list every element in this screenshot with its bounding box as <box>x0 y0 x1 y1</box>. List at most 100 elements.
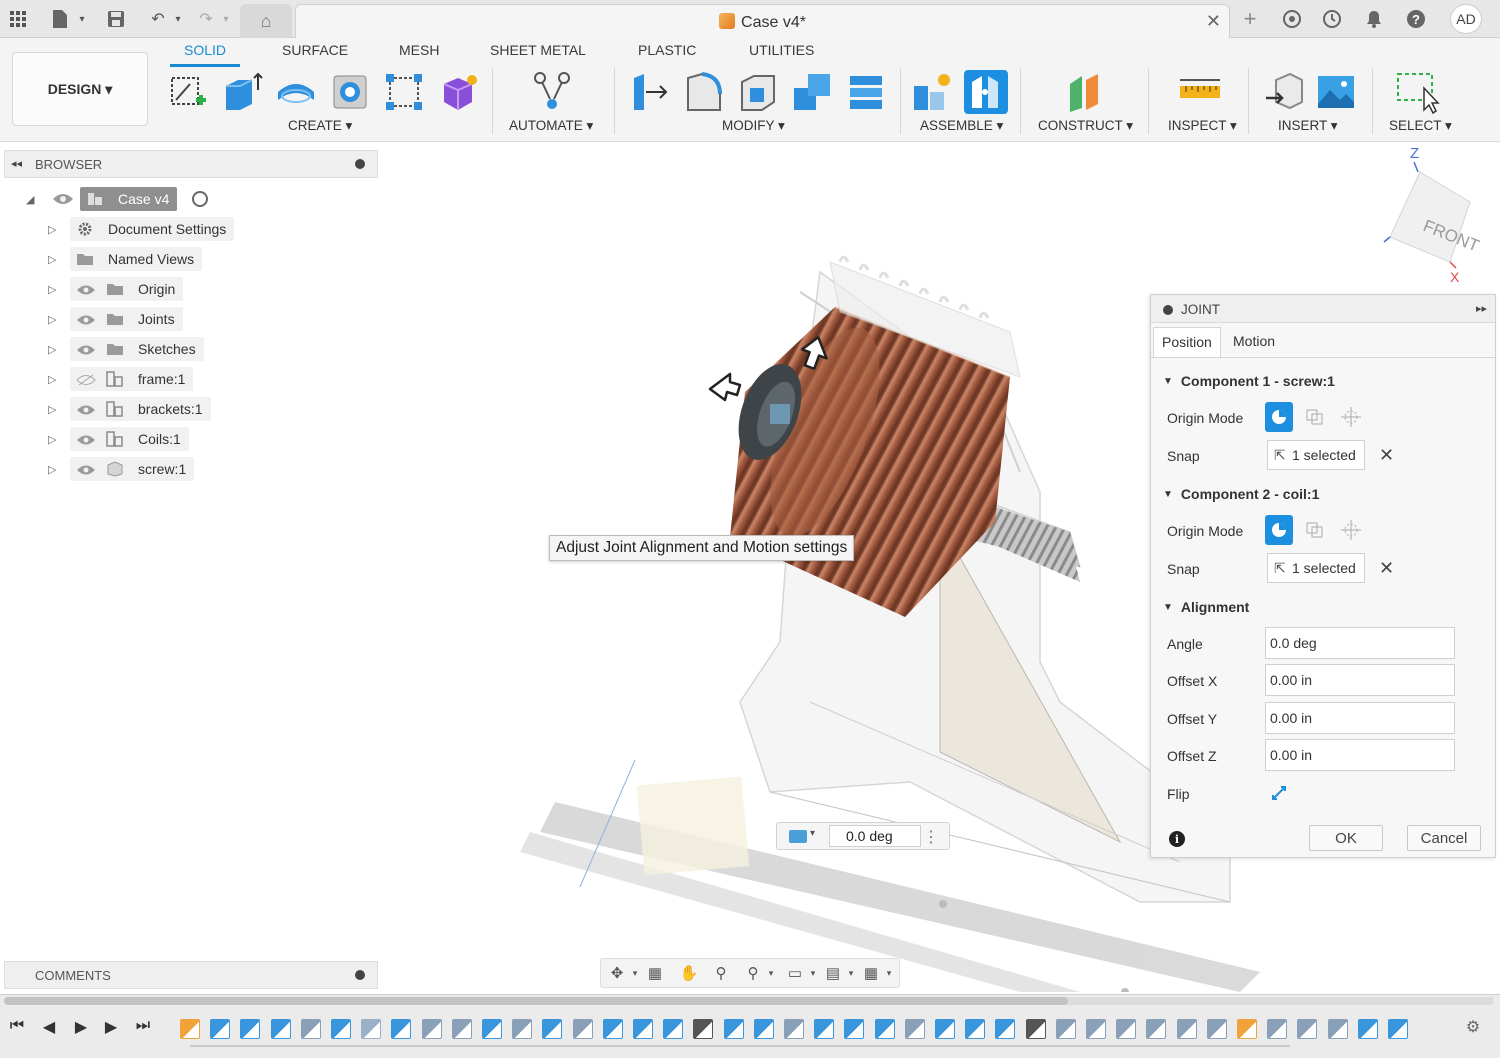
file-menu-icon[interactable] <box>48 7 72 31</box>
tab-position[interactable]: Position <box>1153 327 1221 357</box>
display-dropdown-icon[interactable]: ▾ <box>803 968 823 986</box>
tab-motion[interactable]: Motion <box>1225 327 1283 357</box>
timeline-feature-icon[interactable] <box>1146 1019 1167 1039</box>
timeline-feature-icon[interactable] <box>1116 1019 1137 1039</box>
tree-node-sketches[interactable]: Sketches <box>70 337 204 361</box>
shell-icon[interactable] <box>736 70 780 114</box>
tree-root-node[interactable]: Case v4 <box>80 187 178 211</box>
automate-icon[interactable] <box>530 70 574 114</box>
combine-icon[interactable] <box>790 70 834 114</box>
tree-node-coils-1[interactable]: Coils:1 <box>70 427 189 451</box>
press-pull-icon[interactable] <box>628 70 672 114</box>
help-icon[interactable]: ? <box>1404 7 1428 31</box>
simple-origin-icon[interactable] <box>1265 515 1293 545</box>
ok-button[interactable]: OK <box>1309 825 1383 851</box>
timeline-feature-icon[interactable] <box>663 1019 684 1039</box>
timeline-feature-icon[interactable] <box>210 1019 231 1039</box>
timeline-feature-icon[interactable] <box>693 1019 714 1039</box>
timeline-settings-gear-icon[interactable]: ⚙ <box>1462 1017 1484 1039</box>
step-forward-icon[interactable]: ▶ <box>100 1017 122 1039</box>
timeline-feature-icon[interactable] <box>270 1019 291 1039</box>
step-back-icon[interactable]: ◀ <box>38 1017 60 1039</box>
between-two-faces-icon[interactable] <box>1301 402 1329 432</box>
insert-derive-icon[interactable] <box>1262 70 1306 114</box>
revolve-icon[interactable] <box>274 70 318 114</box>
timeline-feature-icon[interactable] <box>844 1019 865 1039</box>
job-status-icon[interactable] <box>1320 7 1344 31</box>
offset-y-input[interactable]: 0.00 in <box>1265 702 1455 734</box>
align-icon[interactable] <box>844 70 888 114</box>
simple-origin-icon[interactable] <box>1265 402 1293 432</box>
timeline-feature-icon[interactable] <box>602 1019 623 1039</box>
view-dropdown-icon[interactable]: ▾ <box>810 828 815 839</box>
timeline-feature-icon[interactable] <box>784 1019 804 1039</box>
tab-utilities[interactable]: UTILITIES <box>749 42 814 58</box>
timeline-feature-icon[interactable] <box>1206 1019 1227 1039</box>
timeline-feature-icon[interactable] <box>1025 1019 1046 1039</box>
flip-icon[interactable] <box>1269 783 1289 803</box>
eye-icon[interactable] <box>52 192 74 206</box>
construct-group-label[interactable]: CONSTRUCT ▾ <box>1038 118 1133 134</box>
orbit-icon[interactable]: ✥ <box>607 964 627 982</box>
cancel-button[interactable]: Cancel <box>1407 825 1481 851</box>
undo-dropdown-icon[interactable]: ▾ <box>166 7 190 31</box>
clear-snap1-icon[interactable]: ✕ <box>1379 445 1394 466</box>
offset-x-input[interactable]: 0.00 in <box>1265 664 1455 696</box>
timeline-feature-icon[interactable] <box>935 1019 955 1039</box>
expand-triangle-icon[interactable]: ▷ <box>48 253 58 266</box>
grid-dropdown-icon[interactable]: ▾ <box>841 968 861 986</box>
expand-dialog-icon[interactable]: ▸▸ <box>1476 302 1487 315</box>
create-sketch-icon[interactable] <box>166 70 210 114</box>
fit-zoom-icon[interactable]: ⚲ <box>743 964 763 982</box>
document-tab[interactable]: Case v4* ✕ <box>295 4 1230 38</box>
browser-pin-icon[interactable] <box>355 159 365 169</box>
timeline-feature-icon[interactable] <box>965 1019 986 1039</box>
play-icon[interactable]: ▶ <box>70 1017 92 1039</box>
timeline-feature-icon[interactable] <box>361 1019 382 1039</box>
new-tab-icon[interactable]: + <box>1238 6 1262 31</box>
expand-triangle-icon[interactable]: ◢ <box>26 193 36 206</box>
timeline-feature-icon[interactable] <box>1297 1019 1318 1039</box>
inspect-group-label[interactable]: INSPECT ▾ <box>1168 118 1237 134</box>
two-edge-intersection-icon[interactable] <box>1337 515 1365 545</box>
timeline-feature-icon[interactable] <box>331 1019 351 1039</box>
look-at-icon[interactable]: ▦ <box>645 964 665 982</box>
tree-node-document-settings[interactable]: Document Settings <box>70 217 235 241</box>
extrude-icon[interactable] <box>220 70 264 114</box>
tree-node-named-views[interactable]: Named Views <box>70 247 203 271</box>
timeline-feature-icon[interactable] <box>391 1019 412 1039</box>
create-form-icon[interactable] <box>436 70 480 114</box>
component2-section[interactable]: ▼ Component 2 - coil:1 <box>1163 486 1319 502</box>
expand-triangle-icon[interactable]: ▷ <box>48 283 58 296</box>
tree-node-brackets-1[interactable]: brackets:1 <box>70 397 211 421</box>
timeline-feature-icon[interactable] <box>1267 1019 1288 1039</box>
angle-manipulator-input[interactable]: 0.0 deg <box>829 825 921 847</box>
tree-node-screw-1[interactable]: screw:1 <box>70 457 195 481</box>
close-tab-icon[interactable]: ✕ <box>1206 11 1221 32</box>
timeline-feature-icon[interactable] <box>240 1019 261 1039</box>
timeline-feature-icon[interactable] <box>1086 1019 1106 1039</box>
eye-icon[interactable] <box>76 313 96 325</box>
timeline-feature-icon[interactable] <box>542 1019 563 1039</box>
extensions-icon[interactable] <box>1280 7 1304 31</box>
joint-icon[interactable] <box>964 70 1008 114</box>
insert-group-label[interactable]: INSERT ▾ <box>1278 118 1338 134</box>
view-cube[interactable]: FRONT Z X <box>1383 145 1482 285</box>
timeline-feature-icon[interactable] <box>1055 1019 1076 1039</box>
timeline-feature-icon[interactable] <box>482 1019 502 1039</box>
expand-triangle-icon[interactable]: ▷ <box>48 463 58 476</box>
automate-group-label[interactable]: AUTOMATE ▾ <box>509 118 593 134</box>
go-to-end-icon[interactable]: ⏭ <box>132 1017 154 1039</box>
home-tab[interactable]: ⌂ <box>240 4 292 38</box>
clear-snap2-icon[interactable]: ✕ <box>1379 558 1394 579</box>
collapse-browser-icon[interactable]: ◂◂ <box>11 157 22 170</box>
tree-node-joints[interactable]: Joints <box>70 307 183 331</box>
timeline-feature-icon[interactable] <box>1357 1019 1378 1039</box>
timeline-feature-icon[interactable] <box>1327 1019 1348 1039</box>
expand-triangle-icon[interactable]: ▷ <box>48 403 58 416</box>
info-icon[interactable]: i <box>1169 831 1185 847</box>
zoom-dropdown-icon[interactable]: ▾ <box>761 968 781 986</box>
save-icon[interactable] <box>104 7 128 31</box>
expand-triangle-icon[interactable]: ▷ <box>48 313 58 326</box>
zoom-icon[interactable]: ⚲ <box>711 964 731 982</box>
